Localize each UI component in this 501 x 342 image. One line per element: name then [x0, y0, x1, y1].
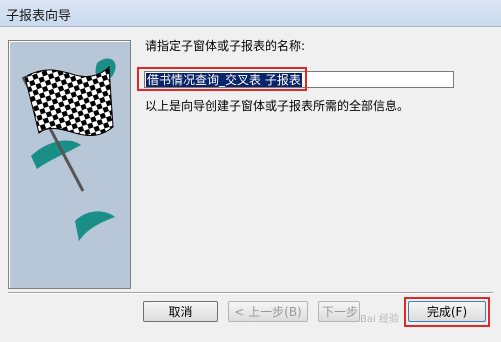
cancel-button[interactable]: 取消 [143, 301, 218, 322]
subreport-name-field[interactable]: 借书情况查询_交叉表 子报表 [144, 71, 454, 88]
wizard-body: 请指定子窗体或子报表的名称: 借书情况查询_交叉表 子报表 以上是向导创建子窗体… [0, 27, 501, 342]
next-button[interactable]: 下一步 [318, 301, 360, 322]
name-prompt-label: 请指定子窗体或子报表的名称: [145, 39, 306, 53]
subreport-name-value: 借书情况查询_交叉表 子报表 [146, 73, 302, 87]
wizard-graphic-panel [8, 40, 131, 289]
window-title: 子报表向导 [6, 9, 72, 24]
separator-line [8, 292, 493, 294]
checkered-flag-icon [21, 58, 116, 241]
info-text: 以上是向导创建子窗体或子报表所需的全部信息。 [145, 99, 410, 113]
finish-button[interactable]: 完成(F) [408, 301, 486, 322]
back-button[interactable]: < 上一步(B) [228, 301, 308, 322]
title-bar: 子报表向导 [0, 0, 501, 27]
watermark-text: Bai 经验 [360, 314, 399, 325]
